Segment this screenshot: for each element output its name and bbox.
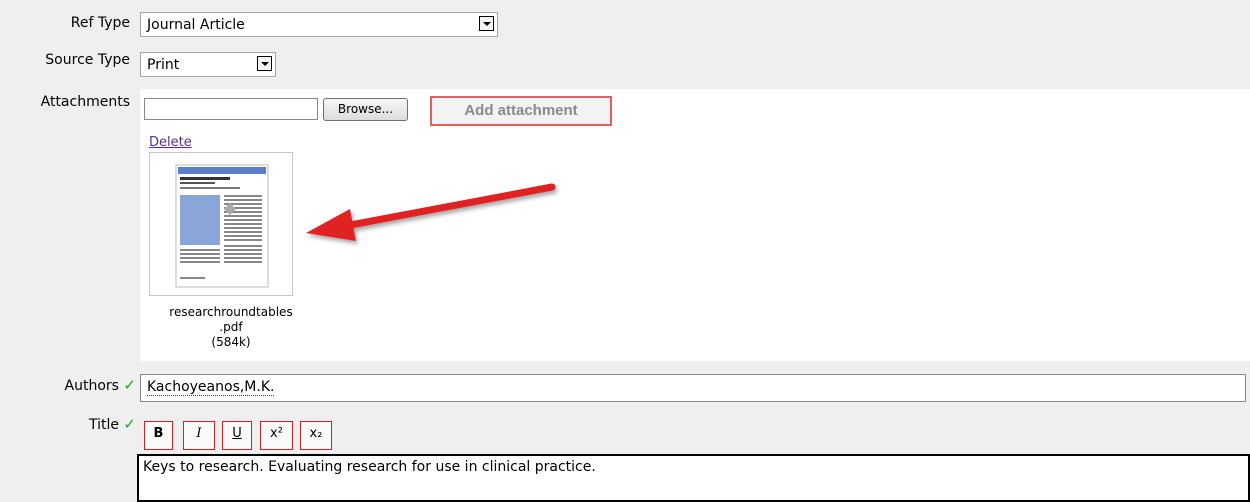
browse-button[interactable]: Browse... (323, 98, 408, 121)
authors-label-text: Authors (64, 378, 119, 394)
superscript-button[interactable]: x² (260, 421, 293, 450)
source-type-label: Source Type (45, 52, 130, 68)
italic-button[interactable]: I (183, 421, 215, 450)
add-attachment-button[interactable]: Add attachment (430, 96, 612, 126)
check-icon: ✓ (123, 376, 136, 394)
ref-type-value: Journal Article (147, 17, 245, 33)
authors-label: Authors ✓ (40, 376, 136, 395)
attachments-panel: Browse... Add attachment Delete research… (140, 89, 1250, 361)
authors-value: Kachoyeanos,M.K. (147, 379, 275, 396)
title-label: Title ✓ (40, 415, 136, 434)
chevron-down-icon[interactable] (257, 56, 272, 71)
title-textarea[interactable]: Keys to research. Evaluating research fo… (137, 454, 1250, 502)
delete-attachment-link[interactable]: Delete (149, 135, 192, 150)
subscript-button[interactable]: x₂ (300, 421, 332, 450)
underline-button[interactable]: U (222, 421, 252, 450)
ref-type-label: Ref Type (70, 15, 130, 31)
attachments-label: Attachments (40, 94, 130, 110)
attachment-filename-line1: researchroundtables (169, 305, 293, 319)
ref-type-select[interactable]: Journal Article (140, 12, 498, 37)
attachment-filesize: (584k) (211, 335, 251, 349)
check-icon: ✓ (123, 415, 136, 433)
source-type-value: Print (147, 57, 180, 73)
file-path-input[interactable] (144, 98, 318, 120)
chevron-down-icon[interactable] (479, 16, 494, 31)
attachment-filename-line2: .pdf (219, 320, 243, 334)
title-label-text: Title (88, 417, 119, 433)
attachment-thumbnail[interactable] (149, 152, 293, 296)
authors-input[interactable]: Kachoyeanos,M.K. (140, 374, 1246, 402)
bold-button[interactable]: B (144, 421, 173, 450)
red-arrow-annotation (306, 183, 556, 241)
source-type-select[interactable]: Print (140, 52, 276, 77)
pdf-preview-icon (175, 164, 269, 288)
